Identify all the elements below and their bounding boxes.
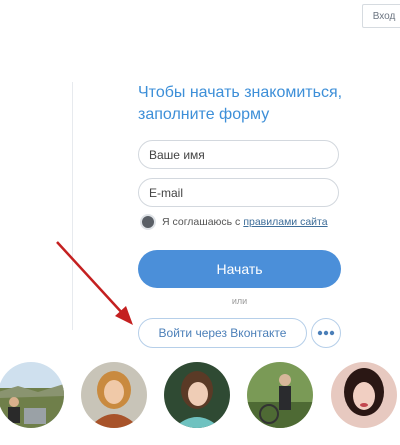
vertical-divider [72,82,73,330]
profile-photo-2[interactable] [81,362,147,428]
login-button[interactable]: Вход [362,4,400,28]
site-rules-link[interactable]: правилами сайта [243,216,327,228]
profile-photo-3[interactable] [164,362,230,428]
landscape-photo-icon [0,362,64,428]
outdoor-photo-icon [247,362,313,428]
profile-photo-1[interactable] [0,362,64,428]
portrait-photo-icon [81,362,147,428]
portrait-photo-icon [331,362,397,428]
start-button[interactable]: Начать [138,250,341,288]
portrait-photo-icon [164,362,230,428]
agreement-radio[interactable] [140,214,156,230]
or-separator: или [231,296,248,306]
email-input[interactable] [138,178,339,207]
profile-photo-4[interactable] [247,362,313,428]
more-dots-icon [317,330,335,336]
more-options-button[interactable] [311,318,341,348]
agreement-row: Я соглашаюсь с правилами сайта [140,213,328,231]
profile-photo-5[interactable] [331,362,397,428]
name-input[interactable] [138,140,339,169]
form-headline: Чтобы начать знакомиться, заполните форм… [138,84,343,123]
agreement-text: Я соглашаюсь с [162,216,241,228]
vk-login-button[interactable]: Войти через Вконтакте [138,318,307,348]
